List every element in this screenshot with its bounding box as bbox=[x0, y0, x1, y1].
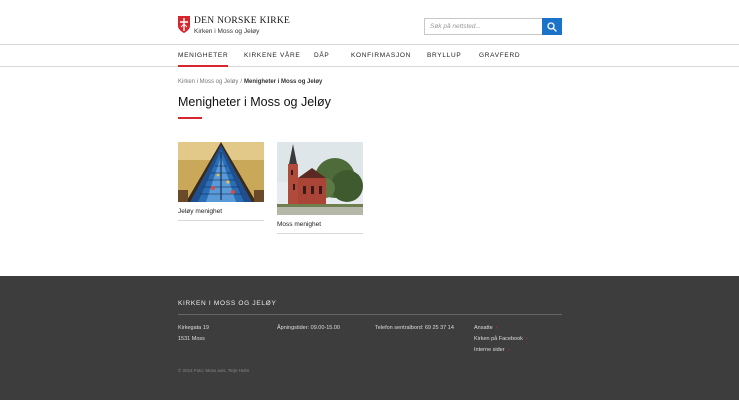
footer-phone: Telefon sentralbord: 69 25 37 14 bbox=[375, 325, 454, 331]
search-form bbox=[424, 18, 562, 35]
page-title: Menigheter i Moss og Jeløy bbox=[178, 95, 331, 109]
card-label: Moss menighet bbox=[277, 215, 363, 234]
nav-item-bryllup[interactable]: BRYLLUP bbox=[427, 45, 461, 67]
logo-title: DEN NORSKE KIRKE bbox=[194, 16, 291, 26]
footer-title: KIRKEN I MOSS OG JELØY bbox=[178, 300, 277, 307]
site-footer: KIRKEN I MOSS OG JELØY Kirkegata 19 1531… bbox=[0, 276, 739, 400]
card-moss-menighet[interactable]: Moss menighet bbox=[277, 142, 363, 234]
main-nav: MENIGHETER KIRKENE VÅRE DÅP KONFIRMASJON… bbox=[0, 45, 739, 67]
church-shield-icon bbox=[178, 16, 190, 33]
footer-link-facebook[interactable]: Kirken på Facebook › bbox=[474, 334, 528, 345]
footer-copyright: © 2014 Foto: Moss avis, Terje Holm bbox=[178, 368, 250, 373]
breadcrumb-parent-link[interactable]: Kirken i Moss og Jeløy bbox=[178, 79, 238, 85]
breadcrumb-current: Menigheter i Moss og Jeløy bbox=[244, 79, 323, 85]
footer-address-line2: 1531 Moss bbox=[178, 336, 205, 342]
logo-subtitle: Kirken i Moss og Jeløy bbox=[194, 28, 260, 35]
footer-link-interne-sider[interactable]: Interne sider › bbox=[474, 345, 528, 356]
search-icon bbox=[547, 21, 557, 32]
footer-link-ansatte[interactable]: Ansatte › bbox=[474, 323, 528, 334]
nav-item-dap[interactable]: DÅP bbox=[314, 45, 329, 67]
nav-item-kirkene-vare[interactable]: KIRKENE VÅRE bbox=[244, 45, 300, 67]
church-exterior-image bbox=[277, 142, 363, 215]
footer-divider bbox=[178, 314, 562, 315]
nav-item-konfirmasjon[interactable]: KONFIRMASJON bbox=[351, 45, 411, 67]
church-interior-image bbox=[178, 142, 264, 202]
card-label: Jeløy menighet bbox=[178, 202, 264, 221]
nav-item-gravferd[interactable]: GRAVFERD bbox=[479, 45, 520, 67]
site-logo[interactable]: DEN NORSKE KIRKE Kirken i Moss og Jeløy bbox=[178, 16, 290, 36]
breadcrumb: Kirken i Moss og Jeløy / Menigheter i Moss… bbox=[178, 79, 322, 85]
footer-address-line1: Kirkegata 19 bbox=[178, 325, 209, 331]
chevron-right-icon: › bbox=[507, 347, 510, 353]
nav-item-menigheter[interactable]: MENIGHETER bbox=[178, 45, 229, 67]
footer-links: Ansatte › Kirken på Facebook › Interne sid… bbox=[474, 323, 528, 356]
breadcrumb-separator: / bbox=[240, 79, 243, 85]
chevron-right-icon: › bbox=[495, 325, 498, 331]
site-header: DEN NORSKE KIRKE Kirken i Moss og Jeløy bbox=[0, 0, 739, 45]
search-input[interactable] bbox=[424, 18, 542, 35]
title-underline bbox=[178, 117, 202, 119]
card-jeloy-menighet[interactable]: Jeløy menighet bbox=[178, 142, 264, 221]
footer-address: Kirkegata 19 1531 Moss bbox=[178, 323, 209, 345]
chevron-right-icon: › bbox=[525, 336, 528, 342]
footer-opening-hours: Åpningstider: 09.00-15.00 bbox=[277, 325, 340, 331]
search-button[interactable] bbox=[542, 18, 562, 35]
